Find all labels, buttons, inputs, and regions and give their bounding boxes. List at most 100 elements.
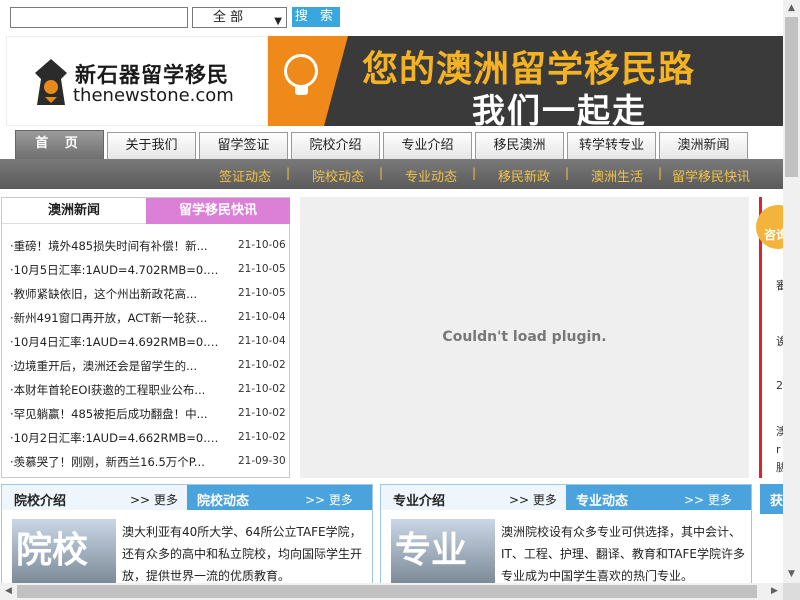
right-text-fragment: 澳 — [776, 423, 783, 439]
news-item[interactable]: ·10月2日汇率:1AUD=4.662RMB=0.723... 21-10-02 — [2, 426, 291, 450]
news-item[interactable]: ·边境重开后，澳洲还会是留学生的... 21-10-02 — [2, 354, 291, 378]
news-item[interactable]: ·10月4日汇率:1AUD=4.692RMB=0.728... 21-10-04 — [2, 330, 291, 354]
right-text-fragment: 胁 — [776, 459, 783, 475]
nav-tab-visa[interactable]: 留学签证 — [199, 132, 288, 159]
box-tab-title[interactable]: 院校动态 — [197, 490, 249, 509]
schools-image[interactable]: 院校 — [12, 519, 116, 583]
lightbulb-icon — [284, 54, 318, 88]
vertical-scrollbar[interactable]: ▲ ▼ — [783, 0, 800, 583]
more-link[interactable]: >> 更多 — [305, 491, 353, 508]
horizontal-scroll-thumb[interactable] — [17, 585, 757, 598]
news-title[interactable]: ·罕见躺赢！485被拒后成功翻盘！中... — [10, 406, 220, 422]
news-date: 21-10-06 — [238, 239, 286, 251]
sub-nav: 签证动态 | 院校动态 | 专业动态 | 移民新政 | 澳洲生活 | 留学移民快… — [0, 159, 783, 189]
right-text-fragment: r — [776, 443, 781, 456]
tab-flash-news[interactable]: 留学移民快讯 — [146, 198, 290, 224]
more-link[interactable]: >> 更多 — [130, 491, 178, 508]
horizontal-scrollbar[interactable]: ◀ ▶ — [0, 583, 783, 600]
logo-domain: thenewstone.com — [73, 85, 234, 106]
plugin-error-message: Couldn't load plugin. — [442, 329, 607, 345]
news-item[interactable]: ·重磅！境外485损失时间有补偿！新... 21-10-06 — [2, 234, 291, 258]
box-title: 院校介绍 — [14, 494, 67, 509]
more-link[interactable]: >> 更多 — [509, 491, 557, 508]
subnav-separator: | — [379, 166, 384, 180]
main-nav: 首 页 关于我们 留学签证 院校介绍 专业介绍 移民澳洲 转学转专业 澳洲新闻 — [0, 127, 783, 159]
news-item[interactable]: ·10月5日汇率:1AUD=4.702RMB=0.730... 21-10-05 — [2, 258, 291, 282]
logo-emblem-icon — [35, 59, 67, 105]
nav-tab-immigration[interactable]: 移民澳洲 — [475, 132, 564, 159]
nav-tab-about[interactable]: 关于我们 — [107, 132, 196, 159]
scroll-right-icon[interactable]: ▶ — [766, 583, 783, 600]
box-header-majors: 专业介绍 >> 更多 — [381, 485, 566, 510]
subnav-australia-life[interactable]: 澳洲生活 — [591, 166, 643, 185]
subnav-flash-news[interactable]: 留学移民快讯 — [672, 166, 750, 185]
search-button[interactable]: 搜 索 — [292, 7, 340, 27]
news-title[interactable]: ·羡慕哭了！刚刚，新西兰16.5万个P... — [10, 454, 220, 470]
news-item[interactable]: ·罕见躺赢！485被拒后成功翻盘！中... 21-10-02 — [2, 402, 291, 426]
subnav-separator: | — [472, 166, 477, 180]
nav-tab-majors[interactable]: 专业介绍 — [383, 132, 472, 159]
search-bar: 全 部 ▼ 搜 索 — [0, 0, 783, 32]
box-header-school-news[interactable]: 院校动态 >> 更多 — [187, 485, 372, 510]
box-title: 专业介绍 — [393, 494, 446, 509]
subnav-separator: | — [658, 166, 663, 180]
site-logo[interactable]: 新石器留学移民 thenewstone.com — [6, 36, 268, 126]
box-header-cutoff: 获 — [760, 484, 783, 514]
nav-tab-transfer[interactable]: 转学转专业 — [567, 132, 656, 159]
schools-box: 院校介绍 >> 更多 院校动态 >> 更多 院校 澳大利亚有40所大学、64所公… — [1, 484, 373, 583]
news-date: 21-10-02 — [238, 383, 286, 395]
header-banner: 新石器留学移民 thenewstone.com 您的澳洲留学移民路 我们一起走 — [6, 36, 783, 126]
news-date: 21-10-04 — [238, 335, 286, 347]
search-category-select[interactable]: 全 部 ▼ — [192, 7, 287, 28]
news-title[interactable]: ·边境重开后，澳洲还会是留学生的... — [10, 358, 220, 374]
plugin-placeholder: Couldn't load plugin. — [300, 197, 749, 478]
scrollbar-corner — [783, 583, 800, 600]
schools-description: 澳大利亚有40所大学、64所公立TAFE学院，还有众多的高中和私立院校，均向国际… — [122, 525, 363, 583]
subnav-visa-news[interactable]: 签证动态 — [219, 166, 271, 185]
box-tab-title[interactable]: 专业动态 — [576, 490, 628, 509]
news-date: 21-10-02 — [238, 407, 286, 419]
subnav-separator: | — [565, 166, 570, 180]
nav-tab-schools[interactable]: 院校介绍 — [291, 132, 380, 159]
nav-tab-home[interactable]: 首 页 — [15, 130, 104, 159]
scroll-left-icon[interactable]: ◀ — [0, 583, 17, 600]
news-item[interactable]: ·新州491窗口再开放，ACT新一轮获... 21-10-04 — [2, 306, 291, 330]
news-panel: 澳洲新闻 留学移民快讯 ·重磅！境外485损失时间有补偿！新... 21-10-0… — [1, 197, 290, 478]
news-date: 21-10-05 — [238, 263, 286, 275]
news-date: 21-10-02 — [238, 431, 286, 443]
box-header-schools: 院校介绍 >> 更多 — [2, 485, 187, 510]
majors-box: 专业介绍 >> 更多 专业动态 >> 更多 专业 澳洲院校设有众多专业可供选择，… — [380, 484, 752, 583]
nav-tab-news[interactable]: 澳洲新闻 — [659, 132, 748, 159]
subnav-school-news[interactable]: 院校动态 — [312, 166, 364, 185]
scroll-down-icon[interactable]: ▼ — [783, 566, 800, 583]
news-title[interactable]: ·重磅！境外485损失时间有补偿！新... — [10, 238, 220, 254]
news-date: 21-09-30 — [238, 455, 286, 467]
vertical-scroll-thumb[interactable] — [785, 17, 798, 177]
scroll-up-icon[interactable]: ▲ — [783, 0, 800, 17]
subnav-immigration-policy[interactable]: 移民新政 — [498, 166, 550, 185]
more-link[interactable]: >> 更多 — [684, 491, 732, 508]
news-date: 21-10-05 — [238, 287, 286, 299]
news-item[interactable]: ·羡慕哭了！刚刚，新西兰16.5万个P... 21-09-30 — [2, 450, 291, 474]
search-input[interactable] — [10, 7, 188, 28]
box-header-major-news[interactable]: 专业动态 >> 更多 — [566, 485, 751, 510]
news-item[interactable]: ·本财年首轮EOI获邀的工程职业公布... 21-10-02 — [2, 378, 291, 402]
news-title[interactable]: ·10月4日汇率:1AUD=4.692RMB=0.728... — [10, 334, 220, 350]
right-text-fragment: 2 — [776, 379, 783, 392]
news-item[interactable]: ·教师紧缺依旧，这个州出新政花高... 21-10-05 — [2, 282, 291, 306]
image-caption: 专业 — [395, 530, 468, 571]
news-title[interactable]: ·本财年首轮EOI获邀的工程职业公布... — [10, 382, 220, 398]
news-title[interactable]: ·教师紧缺依旧，这个州出新政花高... — [10, 286, 220, 302]
subnav-major-news[interactable]: 专业动态 — [405, 166, 457, 185]
majors-description: 澳洲院校设有众多专业可供选择，其中会计、IT、工程、护理、翻译、教育和TAFE学… — [501, 525, 745, 583]
image-caption: 院校 — [16, 530, 89, 571]
search-category-value: 全 部 — [213, 10, 244, 25]
right-text-fragment: 诶 — [776, 333, 783, 349]
majors-image[interactable]: 专业 — [391, 519, 495, 583]
news-title[interactable]: ·10月2日汇率:1AUD=4.662RMB=0.723... — [10, 430, 220, 446]
news-title[interactable]: ·新州491窗口再开放，ACT新一轮获... — [10, 310, 220, 326]
chevron-down-icon: ▼ — [274, 16, 282, 27]
news-title[interactable]: ·10月5日汇率:1AUD=4.702RMB=0.730... — [10, 262, 220, 278]
tab-australia-news[interactable]: 澳洲新闻 — [2, 198, 146, 224]
right-text-fragment: 審 — [776, 277, 783, 293]
